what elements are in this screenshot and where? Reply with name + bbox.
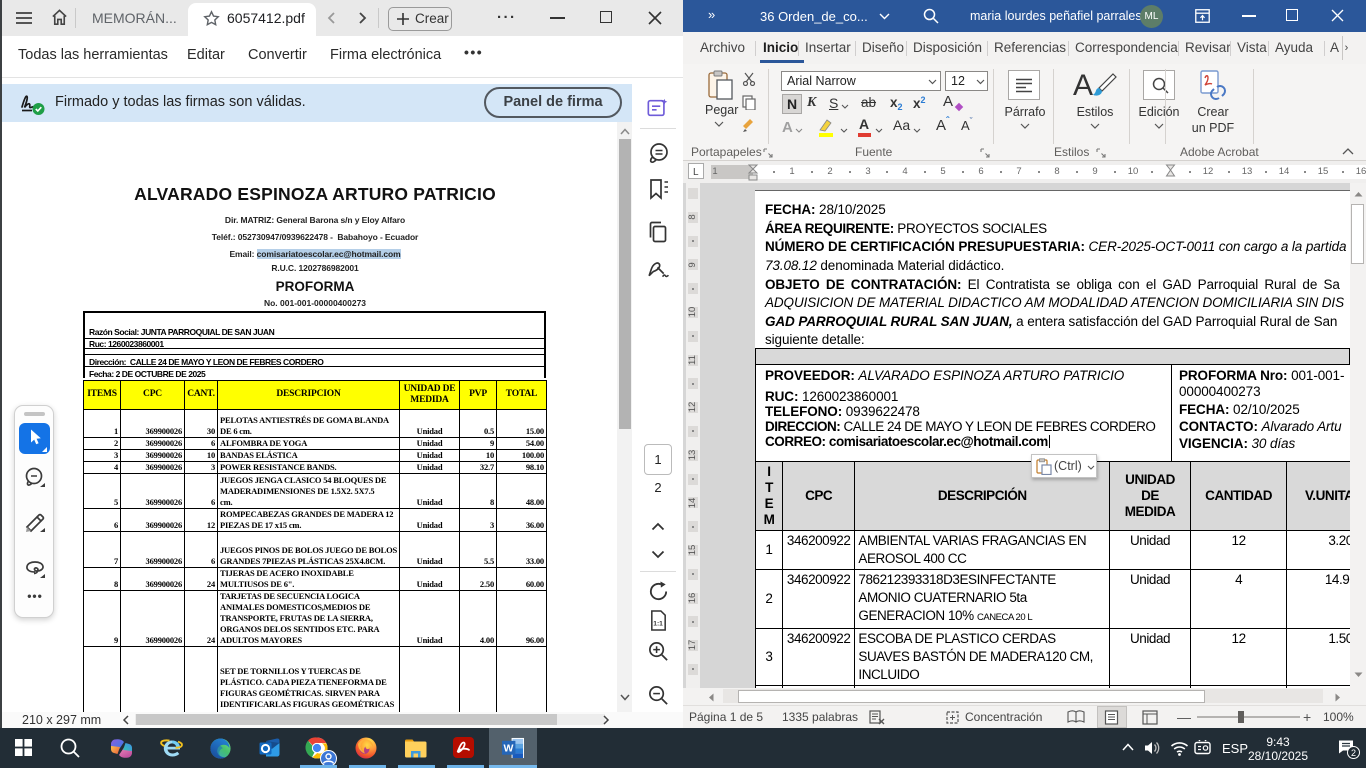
svg-text:W: W bbox=[503, 742, 513, 754]
svg-text:1:1: 1:1 bbox=[653, 620, 663, 627]
